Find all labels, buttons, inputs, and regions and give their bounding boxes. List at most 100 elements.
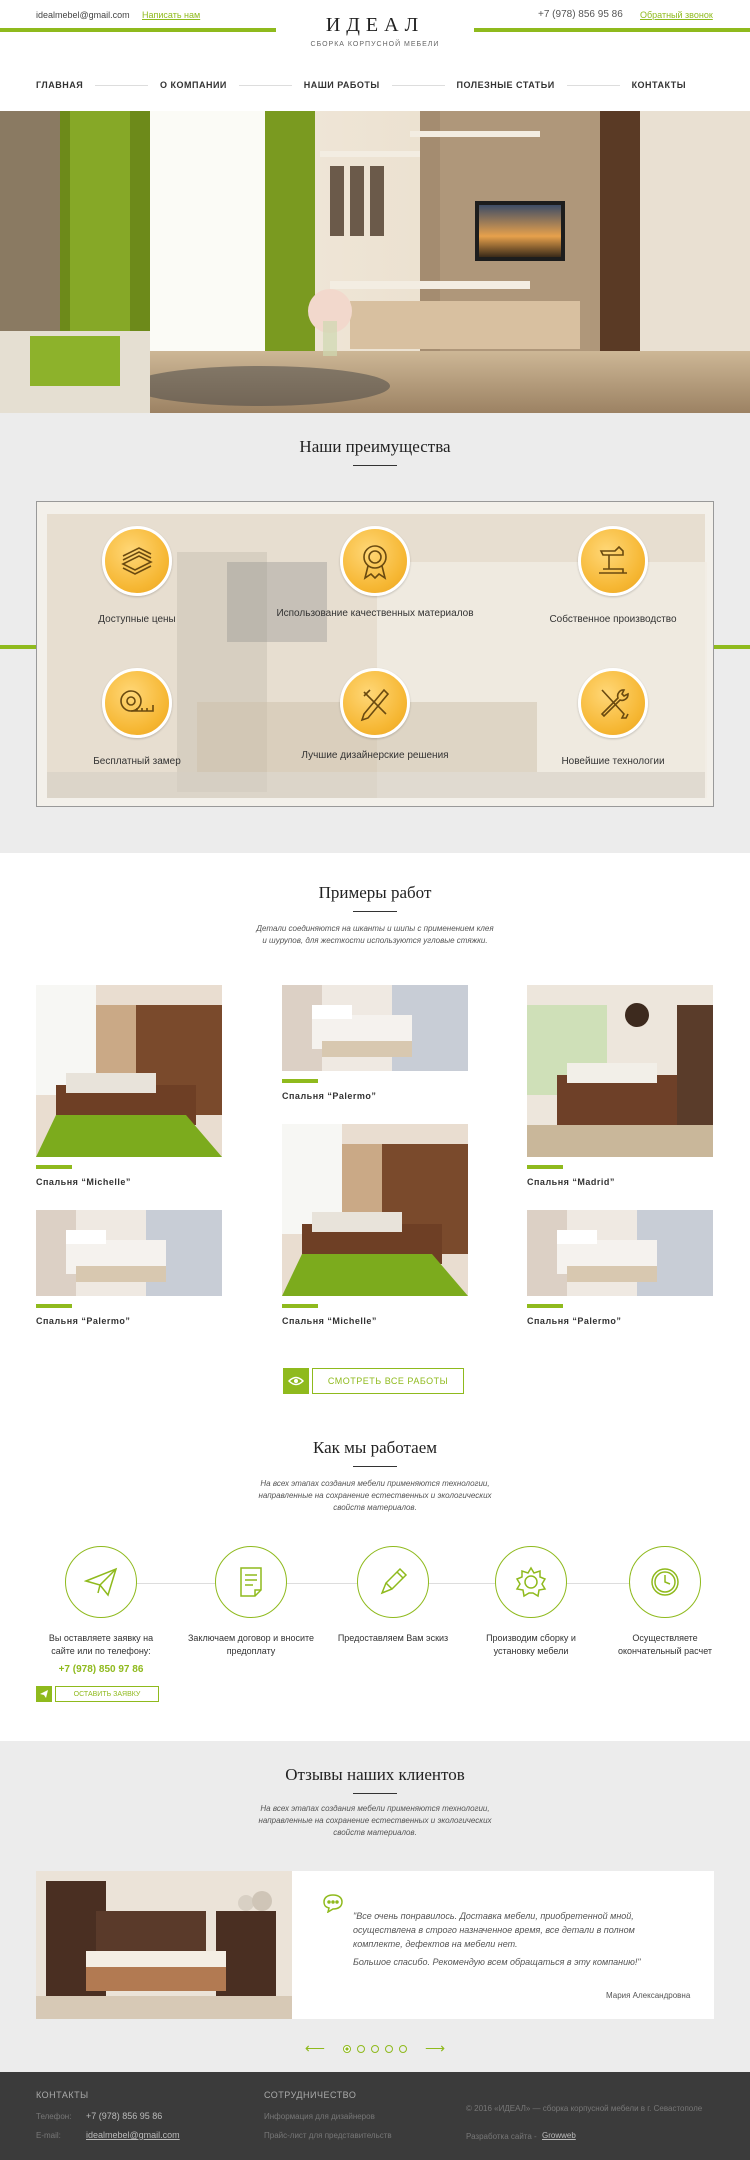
work-photo[interactable] (527, 1210, 713, 1296)
nav-item-articles[interactable]: ПОЛЕЗНЫЕ СТАТЬИ (457, 80, 555, 90)
work-photo[interactable] (527, 985, 713, 1157)
step-text: Производим сборку и установку мебели (486, 1633, 576, 1656)
footer-copyright: © 2016 «ИДЕАЛ» — сборка корпусной мебели… (466, 2104, 703, 2113)
work-caption[interactable]: Спальня “Madrid” (527, 1177, 713, 1187)
work-card[interactable]: Спальня “Michelle” (282, 1124, 468, 1326)
header-phone: +7 (978) 856 95 86 (538, 9, 623, 20)
nav-item-contacts[interactable]: КОНТАКТЫ (632, 80, 686, 90)
work-card[interactable]: Спальня “Madrid” (527, 985, 713, 1187)
work-photo[interactable] (282, 985, 468, 1071)
advantages-section: Наши преимущества Доступные цены Использ… (0, 413, 750, 853)
work-photo[interactable] (36, 985, 222, 1157)
footer-phone-label: Телефон: (36, 2112, 72, 2121)
advantage-label: Использование качественных материалов (276, 608, 474, 619)
main-nav: ГЛАВНАЯ О КОМПАНИИ НАШИ РАБОТЫ ПОЛЕЗНЫЕ … (36, 80, 686, 90)
step-payment: Осуществляете окончательный расчет (600, 1546, 730, 1658)
work-accent-bar (36, 1165, 72, 1169)
title-underline (353, 1466, 397, 1467)
view-all-works-button[interactable]: СМОТРЕТЬ ВСЕ РАБОТЫ (283, 1368, 464, 1394)
work-card[interactable]: Спальня “Palermo” (527, 1210, 713, 1326)
advantage-label: Собственное производство (549, 614, 677, 625)
advantage-label: Доступные цены (98, 614, 176, 625)
review-author: Мария Александровна (606, 1991, 691, 2000)
paper-plane-icon[interactable] (36, 1686, 52, 1702)
pagination-dot[interactable] (371, 2044, 379, 2053)
review-pagination: ⟵ ⟶ (0, 2040, 750, 2057)
step-assembly: Производим сборку и установку мебели (466, 1546, 596, 1658)
wrench-screwdriver-icon (578, 668, 648, 738)
step-text: Вы оставляете заявку на сайте или по тел… (48, 1633, 154, 1656)
work-accent-bar (282, 1079, 318, 1083)
hammer-icon (578, 526, 648, 596)
work-caption[interactable]: Спальня “Palermo” (282, 1091, 468, 1101)
gear-icon (495, 1546, 567, 1618)
works-description: Детали соединяются на шканты и шипы с пр… (256, 924, 494, 945)
work-card[interactable]: Спальня “Palermo” (36, 1210, 222, 1326)
design-tools-icon (340, 668, 410, 738)
work-caption[interactable]: Спальня “Michelle” (282, 1316, 468, 1326)
footer-coop-title: СОТРУДНИЧЕСТВО (264, 2090, 357, 2100)
works-title: Примеры работ (318, 883, 432, 902)
view-all-works-label[interactable]: СМОТРЕТЬ ВСЕ РАБОТЫ (312, 1368, 464, 1394)
tape-measure-icon (102, 668, 172, 738)
eye-icon[interactable] (283, 1368, 309, 1394)
advantage-label: Новейшие технологии (561, 756, 665, 767)
site-logo[interactable]: ИДЕАЛ (0, 14, 750, 37)
quality-badge-icon (340, 526, 410, 596)
order-request-button[interactable]: ОСТАВИТЬ ЗАЯВКУ (36, 1686, 159, 1702)
nav-divider (566, 84, 620, 86)
step-text: Предоставляем Вам эскиз (337, 1633, 449, 1643)
step-contract: Заключаем договор и вносите предоплату (186, 1546, 316, 1658)
work-caption[interactable]: Спальня “Palermo” (527, 1316, 713, 1326)
title-underline (353, 1793, 397, 1794)
pagination-dot[interactable] (385, 2044, 393, 2053)
work-card[interactable]: Спальня “Palermo” (282, 985, 468, 1101)
nav-item-works[interactable]: НАШИ РАБОТЫ (304, 80, 380, 90)
work-card[interactable]: Спальня “Michelle” (36, 985, 222, 1187)
work-accent-bar (527, 1165, 563, 1169)
footer-email-link[interactable]: idealmebel@gmail.com (86, 2130, 180, 2140)
step-phone[interactable]: +7 (978) 850 97 86 (36, 1664, 166, 1675)
site-footer: КОНТАКТЫ Телефон: +7 (978) 856 95 86 E-m… (0, 2072, 750, 2160)
advantage-prices: Доступные цены (37, 526, 237, 626)
callback-link[interactable]: Обратный звонок (640, 10, 713, 20)
work-accent-bar (36, 1304, 72, 1308)
review-quote: "Все очень понравилось. Доставка мебели,… (353, 1911, 635, 1949)
nav-item-home[interactable]: ГЛАВНАЯ (36, 80, 83, 90)
pagination-dot[interactable] (343, 2044, 351, 2053)
developer-link[interactable]: Growweb (542, 2131, 576, 2140)
title-underline (353, 465, 397, 466)
work-accent-bar (282, 1304, 318, 1308)
how-title: Как мы работаем (312, 1438, 438, 1457)
work-caption[interactable]: Спальня “Palermo” (36, 1316, 222, 1326)
footer-contacts-title: КОНТАКТЫ (36, 2090, 89, 2100)
nav-item-about[interactable]: О КОМПАНИИ (160, 80, 227, 90)
pencil-icon (357, 1546, 429, 1618)
arrow-left-icon[interactable]: ⟵ (305, 2040, 325, 2057)
advantage-measure: Бесплатный замер (37, 668, 237, 768)
step-text: Осуществляете окончательный расчет (617, 1633, 713, 1656)
reviews-title: Отзывы наших клиентов (285, 1765, 465, 1784)
reviews-section: Отзывы наших клиентов На всех этапах соз… (0, 1741, 750, 2072)
nav-divider (95, 84, 148, 86)
hero-image (0, 111, 750, 413)
order-request-label[interactable]: ОСТАВИТЬ ЗАЯВКУ (55, 1686, 159, 1702)
work-photo[interactable] (282, 1124, 468, 1296)
footer-phone: +7 (978) 856 95 86 (86, 2111, 163, 2121)
advantage-label: Лучшие дизайнерские решения (301, 750, 449, 761)
step-text: Заключаем договор и вносите предоплату (187, 1633, 315, 1656)
work-photo[interactable] (36, 1210, 222, 1296)
footer-link-designers[interactable]: Информация для дизайнеров (264, 2112, 375, 2121)
pagination-dot[interactable] (399, 2044, 407, 2053)
site-header: idealmebel@gmail.com Написать нам ИДЕАЛ … (0, 0, 750, 110)
footer-link-price[interactable]: Прайс-лист для представительств (264, 2131, 392, 2140)
step-request: Вы оставляете заявку на сайте или по тел… (36, 1546, 166, 1675)
advantage-design: Лучшие дизайнерские решения (275, 668, 475, 762)
arrow-right-icon[interactable]: ⟶ (425, 2040, 445, 2057)
site-tagline: СБОРКА КОРПУСНОЙ МЕБЕЛИ (310, 41, 440, 48)
reviews-description: На всех этапах создания мебели применяют… (258, 1804, 492, 1837)
nav-divider (391, 84, 445, 86)
title-underline (353, 911, 397, 912)
work-caption[interactable]: Спальня “Michelle” (36, 1177, 222, 1187)
pagination-dot[interactable] (357, 2044, 365, 2053)
